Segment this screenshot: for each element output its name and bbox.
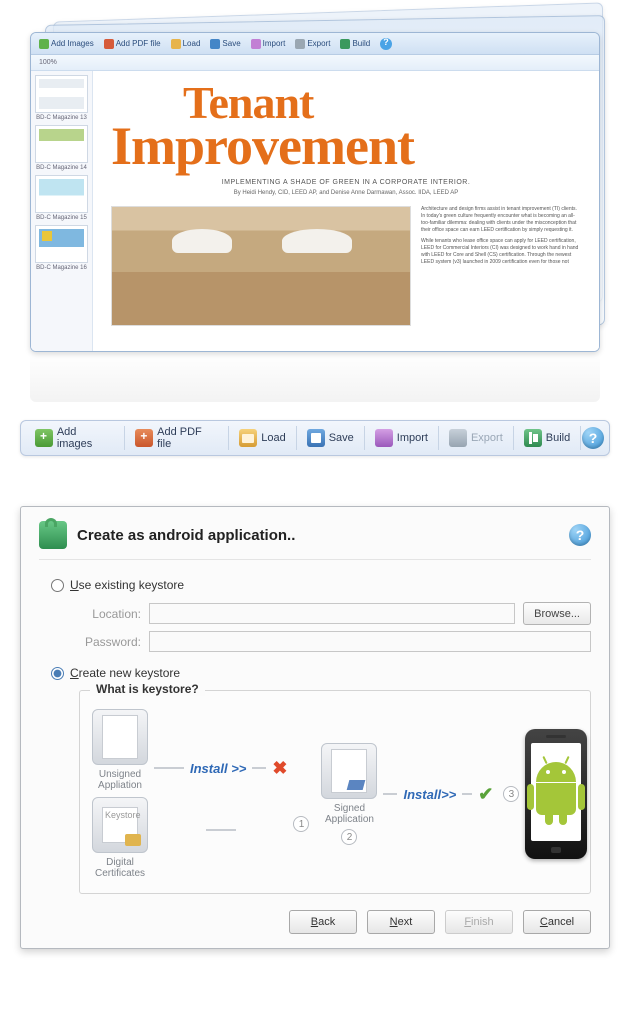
- app-subtoolbar: 100%: [31, 55, 599, 71]
- tb-import[interactable]: Import: [251, 39, 286, 49]
- zoom-value: 100%: [39, 59, 57, 66]
- app-window: Add Images Add PDF file Load Save Import…: [30, 32, 600, 352]
- export-icon: [449, 429, 467, 447]
- add-pdf-icon: [135, 429, 153, 447]
- unsigned-app-icon: [92, 709, 148, 765]
- cross-icon: ✖: [272, 758, 287, 779]
- add-images-icon: [35, 429, 53, 447]
- android-phone-icon: [525, 729, 587, 859]
- add-images-icon: [39, 39, 49, 49]
- dialog-title: Create as android application..: [77, 527, 559, 544]
- tb-export[interactable]: Export: [295, 39, 330, 49]
- signed-label: Signed Application: [321, 803, 377, 825]
- finish-button: Finish: [445, 910, 513, 934]
- thumbnail-panel: BD-C Magazine 13 BD-C Magazine 14 BD-C M…: [31, 71, 93, 351]
- tb-build[interactable]: Build: [340, 39, 370, 49]
- install-top-label: Install >>: [190, 761, 246, 776]
- use-existing-label: se existing keystore: [79, 578, 184, 592]
- app-window-stack: Add Images Add PDF file Load Save Import…: [15, 10, 615, 390]
- help-icon[interactable]: [380, 38, 392, 50]
- android-robot-icon: [531, 762, 581, 822]
- thumb-image-icon: [35, 175, 88, 213]
- thumb-3[interactable]: BD-C Magazine 15: [35, 175, 88, 221]
- connector: [154, 767, 184, 769]
- load-icon: [171, 39, 181, 49]
- tb-add-pdf[interactable]: Add PDF file: [104, 39, 161, 49]
- article-subtitle: IMPLEMENTING A SHADE OF GREEN IN A CORPO…: [111, 179, 581, 186]
- tb-add-images[interactable]: Add Images: [39, 39, 94, 49]
- signed-app-icon: [321, 743, 377, 799]
- save-button[interactable]: Save: [297, 421, 364, 455]
- build-icon: [524, 429, 542, 447]
- thumb-image-icon: [35, 225, 88, 263]
- article-hero-image: [111, 206, 411, 326]
- app-toolbar: Add Images Add PDF file Load Save Import…: [31, 33, 599, 55]
- add-images-button[interactable]: Add images: [25, 421, 124, 455]
- install-bottom-label: Install>>: [403, 787, 456, 802]
- help-button[interactable]: ?: [581, 421, 605, 455]
- certs-label: Digital Certificates: [92, 857, 148, 879]
- digital-cert-icon: Keystore: [92, 797, 148, 853]
- build-icon: [340, 39, 350, 49]
- location-input[interactable]: [149, 603, 515, 624]
- article-title: Tenant Improvement: [111, 83, 581, 171]
- keystore-box-title: What is keystore?: [90, 682, 205, 696]
- use-existing-keystore-radio[interactable]: Use existing keystore: [51, 578, 591, 592]
- tb-save[interactable]: Save: [210, 39, 240, 49]
- password-label: Password:: [79, 635, 141, 649]
- android-export-dialog: Create as android application.. ? Use ex…: [20, 506, 610, 949]
- save-icon: [307, 429, 325, 447]
- import-icon: [375, 429, 393, 447]
- load-icon: [239, 429, 257, 447]
- main-toolbar: Add images Add PDF file Load Save Import…: [20, 420, 610, 456]
- thumb-image-icon: [35, 75, 88, 113]
- browse-button[interactable]: Browse...: [523, 602, 591, 625]
- thumb-1[interactable]: BD-C Magazine 13: [35, 75, 88, 121]
- save-icon: [210, 39, 220, 49]
- back-button[interactable]: Back: [289, 910, 357, 934]
- unsigned-label: Unsigned Appliation: [92, 769, 148, 791]
- step-3-badge: 3: [503, 786, 519, 802]
- connector: [252, 767, 266, 769]
- build-button[interactable]: Build: [514, 421, 580, 455]
- next-button[interactable]: Next: [367, 910, 435, 934]
- location-label: Location:: [79, 607, 141, 621]
- export-icon: [295, 39, 305, 49]
- password-input[interactable]: [149, 631, 591, 652]
- step-2-badge: 2: [341, 829, 357, 845]
- dialog-help-button[interactable]: ?: [569, 524, 591, 546]
- create-new-keystore-radio[interactable]: Create new keystore: [51, 666, 591, 680]
- load-button[interactable]: Load: [229, 421, 295, 455]
- article-body: Architecture and design firms assist in …: [421, 206, 581, 326]
- import-icon: [251, 39, 261, 49]
- add-pdf-icon: [104, 39, 114, 49]
- thumb-4[interactable]: BD-C Magazine 16: [35, 225, 88, 271]
- page-preview: Tenant Improvement IMPLEMENTING A SHADE …: [93, 71, 599, 351]
- thumb-image-icon: [35, 125, 88, 163]
- create-new-label: reate new keystore: [79, 666, 180, 680]
- help-icon: ?: [582, 427, 604, 449]
- export-button[interactable]: Export: [439, 421, 513, 455]
- article-byline: By Heidi Hendy, CID, LEED AP, and Denise…: [111, 190, 581, 196]
- keystore-explainer: What is keystore? Unsigned Appliation Ke…: [79, 690, 591, 894]
- radio-use-existing[interactable]: [51, 579, 64, 592]
- connector: [462, 793, 472, 795]
- connector: [206, 829, 236, 831]
- android-dialog-icon: [39, 521, 67, 549]
- radio-create-new[interactable]: [51, 667, 64, 680]
- reflection: [30, 352, 600, 402]
- check-icon: ✔: [478, 784, 493, 805]
- step-1-badge: 1: [293, 816, 309, 832]
- tb-load[interactable]: Load: [171, 39, 201, 49]
- add-pdf-button[interactable]: Add PDF file: [125, 421, 228, 455]
- connector: [383, 793, 397, 795]
- import-button[interactable]: Import: [365, 421, 438, 455]
- thumb-2[interactable]: BD-C Magazine 14: [35, 125, 88, 171]
- cancel-button[interactable]: Cancel: [523, 910, 591, 934]
